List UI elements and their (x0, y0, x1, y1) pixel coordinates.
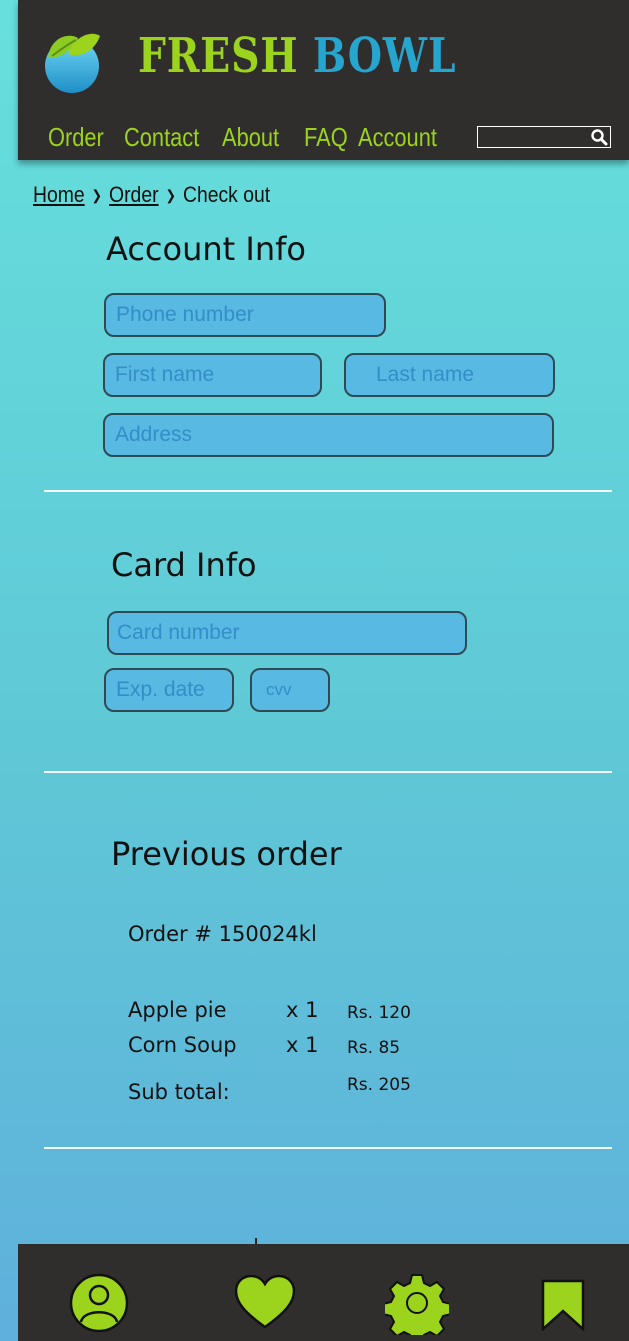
order-item-name: Corn Soup (128, 1033, 237, 1057)
breadcrumb-home[interactable]: Home (33, 182, 85, 208)
order-number: Order # 150024kl (128, 922, 317, 946)
breadcrumb-current: Check out (182, 182, 271, 207)
section-divider (44, 1147, 612, 1149)
gear-icon[interactable] (385, 1271, 449, 1335)
breadcrumb: Home ❯ Order ❯ Check out (33, 182, 270, 208)
logo-icon (45, 33, 100, 93)
nav-about[interactable]: About (222, 122, 281, 153)
exp-date-field[interactable] (104, 668, 234, 712)
order-item-qty: x 1 (286, 998, 319, 1022)
checkout-screen: FRESH BOWL Order Contact About FAQ Accou… (0, 0, 629, 1341)
nav-order[interactable]: Order (48, 122, 104, 153)
previous-order-title: Previous order (111, 835, 342, 873)
card-info-title: Card Info (111, 546, 257, 584)
brand-word-bowl: BOWL (312, 28, 457, 84)
bookmark-icon[interactable] (541, 1279, 585, 1331)
first-name-field[interactable] (103, 353, 322, 397)
nav-account[interactable]: Account (358, 122, 437, 153)
nav-contact[interactable]: Contact (124, 122, 199, 153)
subtotal-label: Sub total: (128, 1080, 230, 1104)
main-nav: Order Contact About FAQ Account (48, 120, 448, 154)
search-icon[interactable] (590, 128, 608, 146)
order-item-price: Rs. 85 (347, 1038, 401, 1058)
nav-faq[interactable]: FAQ (304, 122, 348, 153)
order-item-qty: x 1 (286, 1033, 319, 1057)
section-divider (44, 490, 612, 492)
chevron-right-icon: ❯ (165, 186, 176, 203)
last-name-field[interactable] (344, 353, 555, 397)
brand-word-fresh: FRESH (138, 28, 299, 84)
brand-name: FRESH BOWL (138, 26, 456, 86)
address-field[interactable] (103, 413, 554, 457)
phone-number-field[interactable] (104, 293, 386, 337)
profile-icon[interactable] (69, 1273, 129, 1333)
cvv-field[interactable] (250, 668, 330, 712)
section-divider (44, 771, 612, 773)
search-input[interactable] (478, 128, 586, 147)
heart-icon[interactable] (234, 1272, 296, 1332)
chevron-right-icon: ❯ (91, 186, 103, 203)
subtotal-value: Rs. 205 (347, 1075, 411, 1095)
order-item-name: Apple pie (128, 998, 227, 1022)
card-number-field[interactable] (107, 611, 467, 655)
account-info-title: Account Info (106, 230, 306, 268)
search-box[interactable] (477, 126, 611, 148)
order-item-price: Rs. 120 (347, 1003, 411, 1023)
breadcrumb-order[interactable]: Order (109, 182, 158, 208)
